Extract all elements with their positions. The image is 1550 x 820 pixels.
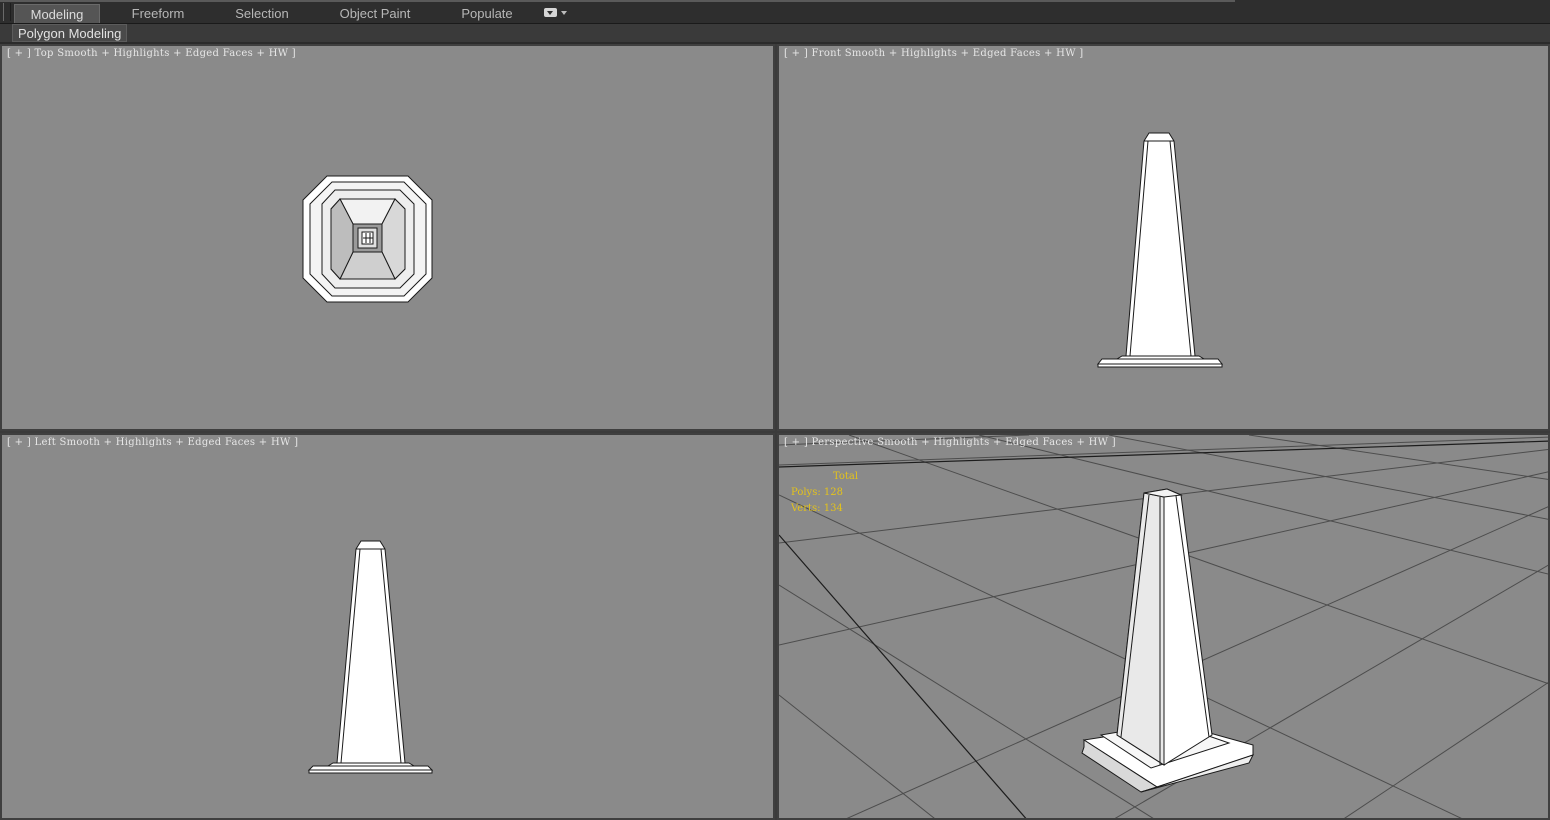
- stats-polys-value: 128: [823, 487, 843, 498]
- stats-verts-value: 134: [823, 503, 843, 514]
- tab-populate[interactable]: Populate: [450, 4, 524, 23]
- stats-verts-label: Verts:: [791, 503, 821, 514]
- chevron-down-icon: [561, 11, 567, 15]
- tab-modeling[interactable]: Modeling: [14, 4, 100, 23]
- stats-polys-label: Polys:: [791, 487, 821, 498]
- dropdown-options-icon: [544, 8, 557, 17]
- cone-top-view: [302, 175, 433, 303]
- ribbon-tab-bar: Modeling Freeform Selection Object Paint…: [0, 0, 1550, 24]
- tab-object-paint[interactable]: Object Paint: [330, 4, 420, 23]
- viewport-label-close: ]: [1111, 437, 1116, 448]
- cone-left-view: [307, 540, 434, 774]
- stats-verts: Verts: 134: [791, 501, 858, 517]
- polygon-modeling-panel-button[interactable]: Polygon Modeling: [12, 24, 128, 42]
- cone-front-view: [1096, 132, 1224, 368]
- ribbon-panel-row: Polygon Modeling: [0, 24, 1550, 43]
- stats-total-label: Total: [833, 471, 859, 482]
- stats-polys: Polys: 128: [791, 485, 858, 501]
- tab-selection[interactable]: Selection: [222, 4, 302, 23]
- viewport-shading-menu[interactable]: Smooth + Highlights + Edged Faces + HW: [877, 437, 1108, 448]
- tab-freeform[interactable]: Freeform: [120, 4, 196, 23]
- viewport-left[interactable]: [ + ] Left Smooth + Highlights + Edged F…: [0, 433, 775, 820]
- viewport-plus-menu[interactable]: [ + ]: [784, 437, 808, 448]
- statistics-overlay: Total Polys: 128 Verts: 134: [791, 469, 858, 517]
- viewport-top[interactable]: [ + ] Top Smooth + Highlights + Edged Fa…: [0, 44, 775, 431]
- viewport-front[interactable]: [ + ] Front Smooth + Highlights + Edged …: [777, 44, 1550, 431]
- viewport-point-of-view-menu[interactable]: Perspective: [812, 437, 874, 448]
- viewport-perspective[interactable]: [ + ] Perspective Smooth + Highlights + …: [777, 433, 1550, 820]
- ribbon-options-button[interactable]: [544, 7, 567, 19]
- ribbon-top-line: [0, 0, 1235, 2]
- viewport-label-perspective: [ + ] Perspective Smooth + Highlights + …: [784, 437, 1116, 448]
- perspective-home-grid: [779, 435, 1548, 818]
- ribbon-grip-handle[interactable]: [3, 3, 11, 21]
